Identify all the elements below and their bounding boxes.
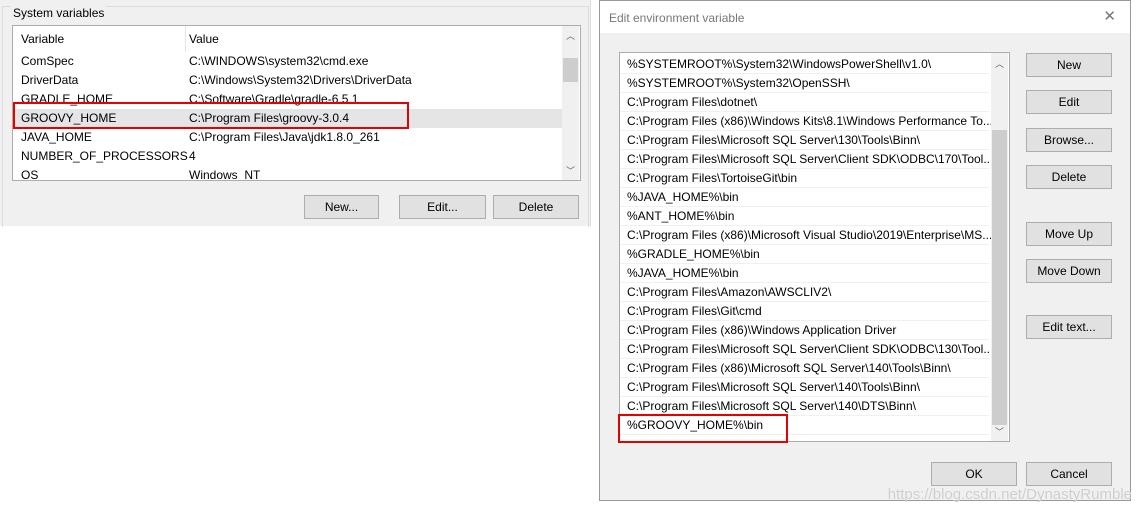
list-item[interactable]: %ANT_HOME%\bin <box>620 207 989 226</box>
scroll-down-icon[interactable]: ﹀ <box>562 164 579 177</box>
list-item[interactable]: C:\Program Files\Microsoft SQL Server\Cl… <box>620 150 993 169</box>
path-entry: C:\Program Files (x86)\Microsoft Visual … <box>627 228 993 242</box>
path-entry: %ANT_HOME%\bin <box>627 209 735 223</box>
variable-value: C:\WINDOWS\system32\cmd.exe <box>189 54 369 68</box>
list-item[interactable]: C:\Program Files\Git\cmd <box>620 302 989 321</box>
path-entry: C:\Program Files\Microsoft SQL Server\Cl… <box>627 342 994 356</box>
path-entry: %JAVA_HOME%\bin <box>627 190 739 204</box>
path-entry: C:\Program Files\Microsoft SQL Server\14… <box>627 380 920 394</box>
ok-button[interactable]: OK <box>931 462 1017 486</box>
list-item[interactable]: C:\Program Files\Microsoft SQL Server\14… <box>620 378 989 397</box>
variable-value: Windows_NT <box>189 168 261 181</box>
new-button[interactable]: New <box>1026 53 1112 77</box>
list-item[interactable]: C:\Program Files\TortoiseGit\bin <box>620 169 989 188</box>
move-down-button[interactable]: Move Down <box>1026 259 1112 283</box>
delete-variable-button[interactable]: Delete <box>493 195 579 219</box>
variable-name: DriverData <box>21 73 79 87</box>
column-header-variable[interactable]: Variable <box>21 30 64 49</box>
highlight-box <box>618 414 788 443</box>
table-row[interactable]: JAVA_HOME C:\Program Files\Java\jdk1.8.0_… <box>13 128 562 147</box>
path-entry: C:\Program Files (x86)\Windows Kits\8.1\… <box>627 114 993 128</box>
list-item[interactable]: C:\Program Files\Amazon\AWSCLIV2\ <box>620 283 989 302</box>
list-item[interactable]: C:\Program Files (x86)\Windows Applicati… <box>620 321 989 340</box>
variable-value: C:\Windows\System32\Drivers\DriverData <box>189 73 412 87</box>
path-entry: C:\Program Files\Microsoft SQL Server\14… <box>627 399 916 413</box>
edit-environment-variable-dialog: Edit environment variable ✕ %SYSTEMROOT%… <box>599 0 1131 501</box>
table-row[interactable]: DriverData C:\Windows\System32\Drivers\Dr… <box>13 71 562 90</box>
scroll-thumb[interactable] <box>563 58 578 82</box>
path-entry: C:\Program Files (x86)\Windows Applicati… <box>627 323 897 337</box>
dialog-title: Edit environment variable <box>609 11 745 25</box>
scroll-up-icon[interactable]: ︿ <box>562 29 579 42</box>
delete-button[interactable]: Delete <box>1026 165 1112 189</box>
highlight-box <box>13 102 409 129</box>
list-item[interactable]: %JAVA_HOME%\bin <box>620 188 989 207</box>
scrollbar[interactable]: ︿ ﹀ <box>562 26 579 180</box>
browse-button[interactable]: Browse... <box>1026 128 1112 152</box>
path-entry: C:\Program Files\dotnet\ <box>627 95 758 109</box>
edit-variable-button[interactable]: Edit... <box>399 195 486 219</box>
list-item[interactable]: C:\Program Files (x86)\Microsoft SQL Ser… <box>620 359 989 378</box>
list-item[interactable]: C:\Program Files (x86)\Microsoft Visual … <box>620 226 993 245</box>
group-title: System variables <box>11 6 107 20</box>
table-row[interactable]: ComSpec C:\WINDOWS\system32\cmd.exe <box>13 52 562 71</box>
close-icon[interactable]: ✕ <box>1103 7 1116 25</box>
scroll-up-icon[interactable]: ︿ <box>991 57 1008 70</box>
list-item[interactable]: %SYSTEMROOT%\System32\WindowsPowerShell\… <box>620 55 989 74</box>
cancel-button[interactable]: Cancel <box>1026 462 1112 486</box>
path-entry: C:\Program Files\Microsoft SQL Server\Cl… <box>627 152 994 166</box>
list-item[interactable]: %SYSTEMROOT%\System32\OpenSSH\ <box>620 74 989 93</box>
list-item[interactable]: C:\Program Files (x86)\Windows Kits\8.1\… <box>620 112 993 131</box>
title-bar: Edit environment variable ✕ <box>600 1 1130 33</box>
edit-button[interactable]: Edit <box>1026 90 1112 114</box>
path-entry: %JAVA_HOME%\bin <box>627 266 739 280</box>
path-entry: C:\Program Files\Git\cmd <box>627 304 762 318</box>
path-entry: C:\Program Files (x86)\Microsoft SQL Ser… <box>627 361 951 375</box>
path-entry: C:\Program Files\Microsoft SQL Server\13… <box>627 133 920 147</box>
path-entry: %GRADLE_HOME%\bin <box>627 247 760 261</box>
variable-name: OS <box>21 168 39 181</box>
path-entry: C:\Program Files\Amazon\AWSCLIV2\ <box>627 285 832 299</box>
move-up-button[interactable]: Move Up <box>1026 222 1112 246</box>
system-variables-panel: System variables Variable Value ComSpec C… <box>0 0 591 227</box>
edit-text-button[interactable]: Edit text... <box>1026 315 1112 339</box>
new-variable-button[interactable]: New... <box>304 195 379 219</box>
path-entry: %SYSTEMROOT%\System32\OpenSSH\ <box>627 76 850 90</box>
scroll-thumb[interactable] <box>992 130 1007 425</box>
list-item[interactable]: C:\Program Files\Microsoft SQL Server\13… <box>620 131 989 150</box>
scrollbar[interactable]: ︿ ﹀ <box>991 53 1008 441</box>
variable-value: C:\Program Files\Java\jdk1.8.0_261 <box>189 130 380 144</box>
path-entry: C:\Program Files\TortoiseGit\bin <box>627 171 798 185</box>
list-item[interactable]: %JAVA_HOME%\bin <box>620 264 989 283</box>
column-header-value[interactable]: Value <box>189 30 219 49</box>
table-row[interactable]: NUMBER_OF_PROCESSORS 4 <box>13 147 562 166</box>
variable-name: JAVA_HOME <box>21 130 92 144</box>
list-item[interactable]: C:\Program Files\dotnet\ <box>620 93 989 112</box>
variable-name: ComSpec <box>21 54 74 68</box>
list-item[interactable]: C:\Program Files\Microsoft SQL Server\Cl… <box>620 340 993 359</box>
path-entry: %SYSTEMROOT%\System32\WindowsPowerShell\… <box>627 57 932 71</box>
list-item[interactable]: %GRADLE_HOME%\bin <box>620 245 989 264</box>
variable-value: 4 <box>189 149 196 163</box>
table-row[interactable]: OS Windows_NT <box>13 166 562 181</box>
path-entries-list[interactable]: %SYSTEMROOT%\System32\WindowsPowerShell\… <box>619 52 1010 442</box>
watermark: https://blog.csdn.net/DynastyRumble <box>887 486 1132 503</box>
scroll-down-icon[interactable]: ﹀ <box>991 425 1008 438</box>
variable-name: NUMBER_OF_PROCESSORS <box>21 149 188 163</box>
